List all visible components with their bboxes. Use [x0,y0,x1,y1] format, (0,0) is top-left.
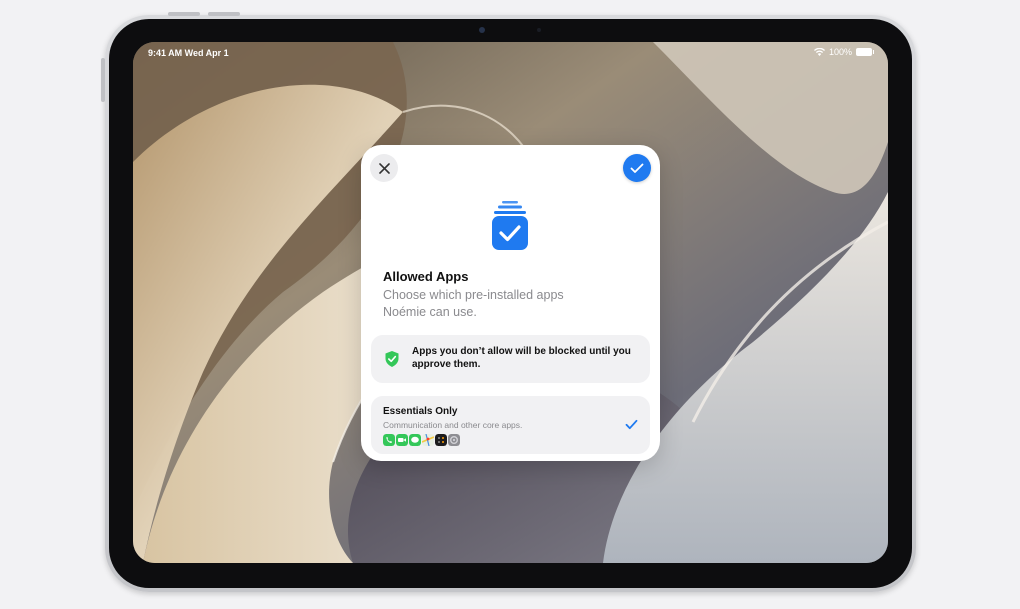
wifi-icon [813,48,825,56]
option-title: Essentials Only [383,406,458,417]
volume-button [208,12,240,16]
close-icon [378,162,390,174]
allowed-apps-sheet: Allowed Apps Choose which pre-installed … [361,145,660,461]
blocked-notice: Apps you don’t allow will be blocked unt… [371,335,650,383]
done-button[interactable] [623,154,651,182]
status-time: 9:41 AM Wed Apr 1 [148,48,229,58]
ipad-screen: 9:41 AM Wed Apr 1 100% Allowed Apps Choo… [133,42,888,563]
option-app-icons [383,434,460,446]
maps-icon [422,434,434,446]
volume-button [168,12,200,16]
front-camera [479,27,485,33]
selected-checkmark-icon [625,419,638,430]
side-button [101,58,105,102]
shield-check-icon [385,351,399,367]
facetime-icon [396,434,408,446]
option-description: Communication and other core apps. [383,420,523,430]
status-bar: 9:41 AM Wed Apr 1 100% [133,42,888,62]
calculator-icon [435,434,447,446]
allowed-apps-icon [492,201,528,250]
battery-icon [856,48,874,56]
messages-icon [409,434,421,446]
phone-icon [383,434,395,446]
status-indicators: 100% [813,47,874,57]
option-essentials-only[interactable]: Essentials Only Communication and other … [371,396,650,454]
notice-text: Apps you don’t allow will be blocked unt… [412,346,631,370]
battery-percent: 100% [828,47,852,57]
close-button[interactable] [370,154,398,182]
sheet-title: Allowed Apps [383,269,469,284]
sheet-subtitle: Choose which pre-installed apps Noémie c… [383,288,564,319]
checkmark-icon [630,163,644,173]
camera-sensor [537,28,541,32]
settings-icon [448,434,460,446]
